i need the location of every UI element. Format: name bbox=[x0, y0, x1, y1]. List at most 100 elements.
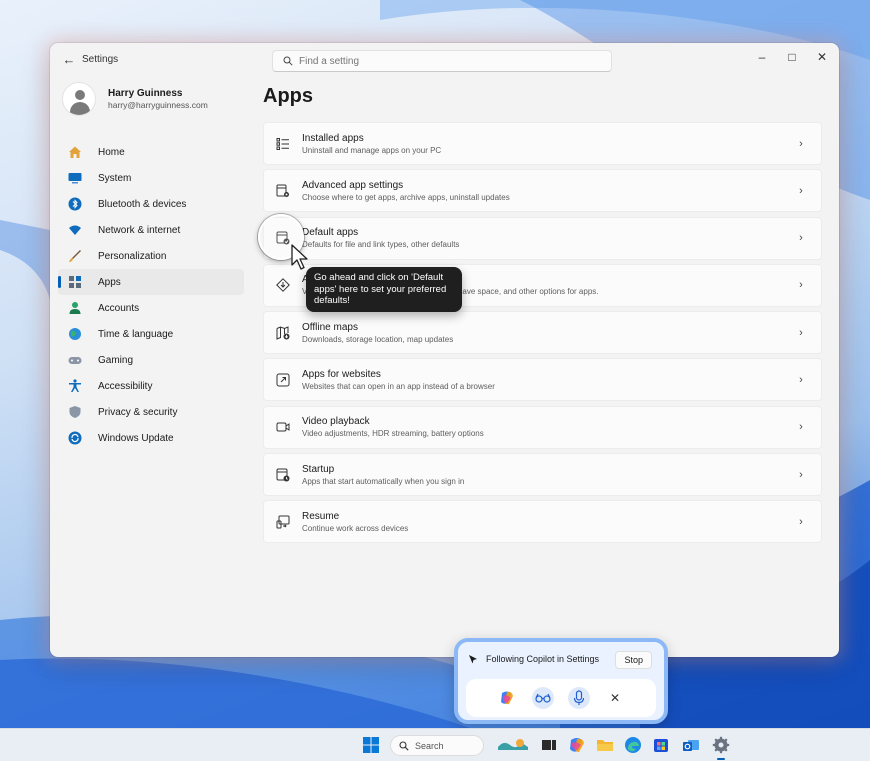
settings-list: Installed apps Uninstall and manage apps… bbox=[263, 122, 822, 548]
sidebar-item-network[interactable]: Network & internet bbox=[58, 217, 244, 243]
row-subtitle: Uninstall and manage apps on your PC bbox=[302, 145, 442, 155]
settings-window: ← Settings – □ ✕ Harry Guinness harry@ha… bbox=[50, 43, 839, 657]
task-view-icon[interactable] bbox=[540, 736, 558, 754]
brush-icon bbox=[69, 250, 81, 262]
copilot-tooltip: Go ahead and click on 'Default apps' her… bbox=[306, 267, 462, 312]
sidebar-item-label: Network & internet bbox=[98, 224, 181, 236]
sidebar-item-label: Windows Update bbox=[98, 432, 174, 444]
page-title: Apps bbox=[263, 85, 313, 107]
row-title: Default apps bbox=[302, 227, 359, 239]
close-copilot-button[interactable]: ✕ bbox=[604, 687, 626, 709]
row-resume[interactable]: Resume Continue work across devices › bbox=[263, 500, 822, 544]
close-button[interactable]: ✕ bbox=[807, 47, 837, 67]
sidebar-item-gaming[interactable]: Gaming bbox=[58, 347, 244, 373]
edge-icon[interactable] bbox=[624, 736, 642, 754]
back-button[interactable]: ← bbox=[60, 51, 78, 69]
apps-icon bbox=[69, 276, 81, 288]
row-default-apps[interactable]: Default apps Defaults for file and link … bbox=[263, 216, 822, 260]
taskbar: Search bbox=[0, 728, 870, 761]
row-subtitle: Defaults for file and link types, other … bbox=[302, 240, 460, 250]
row-title: Installed apps bbox=[302, 132, 364, 144]
bluetooth-icon bbox=[68, 197, 82, 211]
microphone-button[interactable] bbox=[568, 687, 590, 709]
gamepad-icon bbox=[68, 357, 82, 364]
search-icon bbox=[283, 56, 293, 66]
open-link-icon bbox=[276, 373, 290, 387]
sidebar-item-label: System bbox=[98, 172, 132, 184]
row-installed-apps[interactable]: Installed apps Uninstall and manage apps… bbox=[263, 122, 822, 165]
sidebar-item-label: Apps bbox=[98, 276, 121, 288]
sidebar-nav: Home System Bluetooth & devices Network … bbox=[58, 139, 244, 451]
sidebar-item-label: Privacy & security bbox=[98, 406, 178, 418]
row-apps-for-websites[interactable]: Apps for websites Websites that can open… bbox=[263, 358, 822, 402]
copilot-logo-icon bbox=[501, 691, 513, 705]
glasses-icon bbox=[535, 693, 551, 703]
settings-gear-icon[interactable] bbox=[712, 736, 730, 754]
profile-name: Harry Guinness bbox=[108, 88, 183, 99]
sidebar-item-windows-update[interactable]: Windows Update bbox=[58, 425, 244, 451]
archive-icon bbox=[276, 278, 290, 293]
search-icon bbox=[399, 740, 409, 751]
chevron-right-icon: › bbox=[799, 373, 803, 386]
sidebar-item-privacy-security[interactable]: Privacy & security bbox=[58, 399, 244, 425]
monitor-icon bbox=[68, 173, 82, 184]
chevron-right-icon: › bbox=[799, 421, 803, 434]
title-bar: ← Settings – □ ✕ bbox=[50, 43, 839, 77]
stop-button[interactable]: Stop bbox=[615, 651, 652, 669]
sidebar-item-bluetooth[interactable]: Bluetooth & devices bbox=[58, 191, 244, 217]
profile-email: harry@harryguinness.com bbox=[108, 100, 208, 110]
file-explorer-icon[interactable] bbox=[596, 736, 614, 754]
store-icon[interactable] bbox=[652, 736, 670, 754]
row-subtitle: Websites that can open in an app instead… bbox=[302, 381, 495, 391]
sidebar-item-label: Home bbox=[98, 146, 125, 158]
minimize-button[interactable]: – bbox=[747, 47, 777, 67]
app-title: Settings bbox=[82, 54, 119, 65]
copilot-vision-panel: Following Copilot in Settings Stop ✕ bbox=[454, 638, 668, 724]
taskbar-search-label: Search bbox=[415, 740, 444, 751]
row-title: Offline maps bbox=[302, 321, 358, 333]
sidebar-item-label: Bluetooth & devices bbox=[98, 198, 187, 210]
row-subtitle: Choose where to get apps, archive apps, … bbox=[302, 192, 510, 202]
search-box[interactable] bbox=[272, 50, 612, 72]
chevron-right-icon: › bbox=[799, 279, 803, 292]
row-title: Resume bbox=[302, 510, 340, 522]
copilot-button[interactable] bbox=[496, 687, 518, 709]
row-startup[interactable]: Startup Apps that start automatically wh… bbox=[263, 453, 822, 497]
row-video-playback[interactable]: Video playback Video adjustments, HDR st… bbox=[263, 405, 822, 449]
globe-clock-icon bbox=[69, 328, 81, 340]
windows-start-icon[interactable] bbox=[362, 736, 380, 754]
taskbar-search[interactable]: Search bbox=[390, 735, 484, 756]
person-icon bbox=[69, 302, 81, 314]
copilot-status: Following Copilot in Settings bbox=[486, 654, 600, 664]
vision-glasses-button[interactable] bbox=[532, 687, 554, 709]
sidebar-item-system[interactable]: System bbox=[58, 165, 244, 191]
row-subtitle: Apps that start automatically when you s… bbox=[302, 476, 465, 486]
wifi-icon bbox=[69, 225, 81, 235]
row-subtitle: Video adjustments, HDR streaming, batter… bbox=[302, 429, 484, 439]
row-advanced-app-settings[interactable]: Advanced app settings Choose where to ge… bbox=[263, 169, 822, 213]
sidebar-item-label: Gaming bbox=[98, 354, 134, 366]
sidebar-item-label: Time & language bbox=[98, 328, 174, 340]
outlook-icon[interactable] bbox=[682, 736, 700, 754]
row-title: Apps for websites bbox=[302, 368, 381, 380]
sidebar-item-accounts[interactable]: Accounts bbox=[58, 295, 244, 321]
accessibility-icon bbox=[69, 379, 81, 392]
active-app-indicator bbox=[717, 758, 725, 760]
user-profile[interactable]: Harry Guinness harry@harryguinness.com bbox=[62, 79, 208, 119]
sidebar-item-accessibility[interactable]: Accessibility bbox=[58, 373, 244, 399]
sidebar-item-time-language[interactable]: Time & language bbox=[58, 321, 244, 347]
copilot-taskbar-icon[interactable] bbox=[568, 736, 586, 754]
maximize-button[interactable]: □ bbox=[777, 47, 807, 67]
row-title: Video playback bbox=[302, 416, 370, 428]
shield-icon bbox=[69, 406, 81, 418]
microphone-icon bbox=[573, 690, 585, 705]
sidebar-item-apps[interactable]: Apps bbox=[58, 269, 244, 295]
widgets-icon[interactable] bbox=[496, 736, 530, 754]
row-offline-maps[interactable]: Offline maps Downloads, storage location… bbox=[263, 311, 822, 355]
sidebar-item-home[interactable]: Home bbox=[58, 139, 244, 165]
cursor-arrow-icon bbox=[469, 655, 477, 664]
sidebar-item-personalization[interactable]: Personalization bbox=[58, 243, 244, 269]
search-input[interactable] bbox=[299, 55, 599, 67]
chevron-right-icon: › bbox=[799, 137, 803, 150]
chevron-right-icon: › bbox=[799, 468, 803, 481]
